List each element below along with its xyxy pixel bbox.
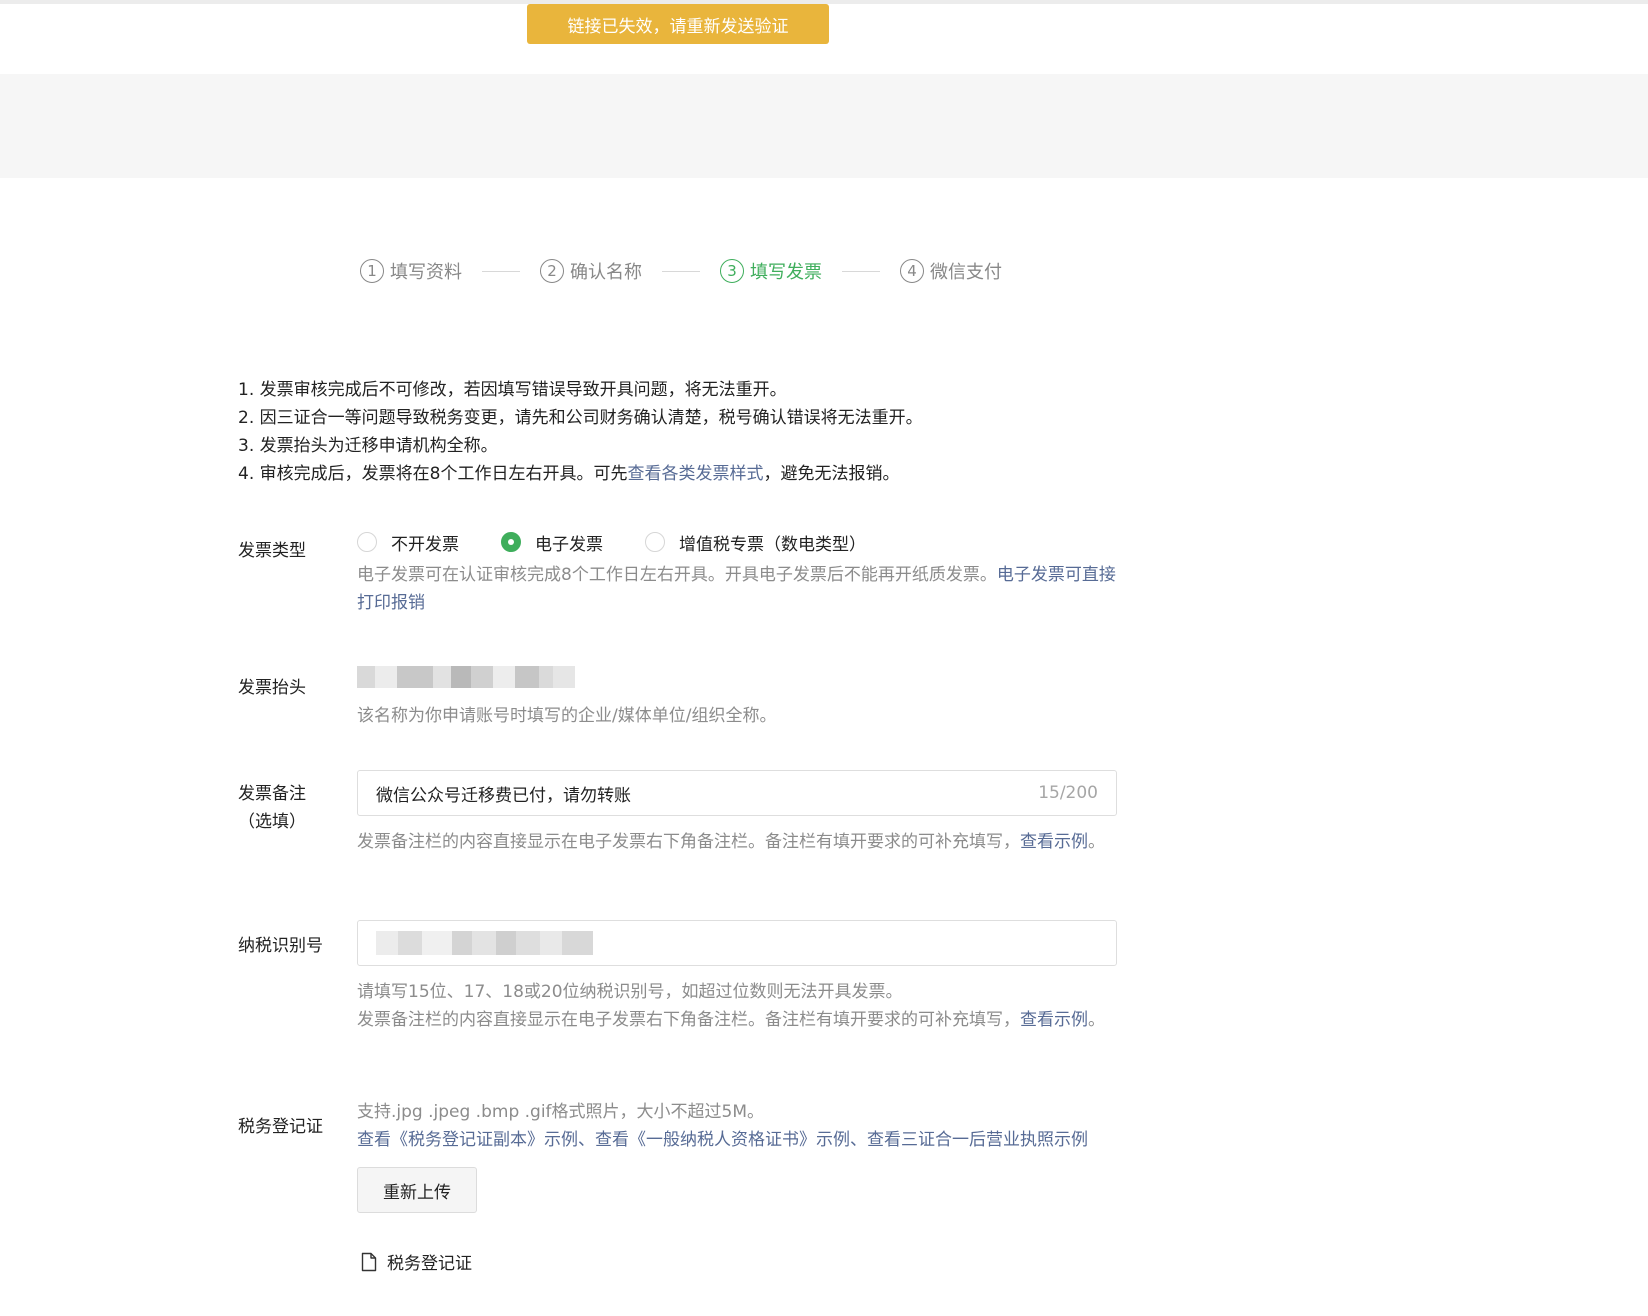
remark-char-counter: 15/200 (1038, 783, 1098, 803)
reupload-button[interactable]: 重新上传 (357, 1167, 477, 1213)
redacted-company-name (357, 666, 575, 688)
progress-steps: 1 填写资料 2 确认名称 3 填写发票 4 微信支付 (360, 256, 1002, 286)
file-icon (361, 1252, 377, 1271)
view-example-link[interactable]: 查看示例 (1020, 832, 1088, 852)
label-line: 发票备注 (238, 784, 306, 804)
radio-label: 增值税专票（数电类型） (679, 534, 866, 555)
hint-text: 电子发票可在认证审核完成8个工作日左右开具。开具电子发票后不能再开纸质发票。 (357, 565, 997, 585)
view-example-link[interactable]: 查看示例 (1020, 1010, 1088, 1030)
step-number: 2 (540, 259, 564, 283)
step-fill-invoice: 3 填写发票 (720, 258, 822, 284)
invoice-type-hint: 电子发票可在认证审核完成8个工作日左右开具。开具电子发票后不能再开纸质发票。电子… (357, 561, 1117, 617)
tax-cert-hint: 支持.jpg .jpeg .bmp .gif格式照片，大小不超过5M。 (357, 1102, 765, 1122)
header-band (0, 74, 1648, 178)
note-text: ，避免无法报销。 (763, 464, 900, 484)
step-fill-info: 1 填写资料 (360, 258, 462, 284)
invoice-title-hint: 该名称为你申请账号时填写的企业/媒体单位/组织全称。 (357, 706, 777, 726)
radio-circle[interactable] (357, 532, 377, 552)
remark-input[interactable]: 微信公众号迁移费已付，请勿转账 15/200 (357, 770, 1117, 816)
radio-e-invoice[interactable]: 电子发票 (501, 530, 603, 555)
step-label: 填写资料 (390, 262, 462, 283)
tax-cert-field: 支持.jpg .jpeg .bmp .gif格式照片，大小不超过5M。 查看《税… (357, 1098, 1137, 1274)
tax-id-input[interactable] (357, 920, 1117, 966)
hint-text: 发票备注栏的内容直接显示在电子发票右下角备注栏。备注栏有填开要求的可补充填写， (357, 832, 1020, 852)
tax-cert-example-links: 查看《税务登记证副本》示例、查看《一般纳税人资格证书》示例、查看三证合一后营业执… (357, 1126, 1137, 1154)
step-connector (662, 270, 700, 272)
radio-no-invoice[interactable]: 不开发票 (357, 530, 459, 555)
invoice-remark-field: 微信公众号迁移费已付，请勿转账 15/200 发票备注栏的内容直接显示在电子发票… (357, 770, 1117, 856)
tax-id-hint: 请填写15位、17、18或20位纳税识别号，如超过位数则无法开具发票。 发票备注… (357, 978, 1117, 1034)
link-separator: 、 (578, 1130, 595, 1150)
hint-line: 发票备注栏的内容直接显示在电子发票右下角备注栏。备注栏有填开要求的可补充填写，查… (357, 1006, 1117, 1034)
invoice-type-field: 不开发票 电子发票 增值税专票（数电类型） 电子发票可在认证审核完成8个工作日左… (357, 527, 1117, 617)
business-license-example-link[interactable]: 查看三证合一后营业执照示例 (867, 1130, 1088, 1150)
invoice-type-radio-group: 不开发票 电子发票 增值税专票（数电类型） (357, 527, 1117, 557)
hint-text: 。 (1088, 1010, 1105, 1030)
step-number: 1 (360, 259, 384, 283)
hint-text: 发票备注栏的内容直接显示在电子发票右下角备注栏。备注栏有填开要求的可补充填写， (357, 1010, 1020, 1030)
step-number: 4 (900, 259, 924, 283)
invoice-remark-hint: 发票备注栏的内容直接显示在电子发票右下角备注栏。备注栏有填开要求的可补充填写，查… (357, 828, 1117, 856)
step-label: 填写发票 (750, 262, 822, 283)
redacted-tax-id (376, 931, 593, 955)
radio-vat-special[interactable]: 增值税专票（数电类型） (645, 530, 866, 555)
invoice-remark-label: 发票备注 （选填） (238, 780, 306, 836)
link-separator: 、 (850, 1130, 867, 1150)
radio-circle[interactable] (645, 532, 665, 552)
label-line: （选填） (238, 812, 306, 832)
note-line: 2. 因三证合一等问题导致税务变更，请先和公司财务确认清楚，税号确认错误将无法重… (238, 408, 923, 428)
note-line: 4. 审核完成后，发票将在8个工作日左右开具。可先查看各类发票样式，避免无法报销… (238, 460, 923, 488)
general-taxpayer-example-link[interactable]: 查看《一般纳税人资格证书》示例 (595, 1130, 850, 1150)
error-toast: 链接已失效，请重新发送验证 (527, 4, 829, 44)
radio-label: 电子发票 (535, 534, 603, 555)
step-connector (482, 270, 520, 272)
step-number: 3 (720, 259, 744, 283)
file-name: 税务登记证 (387, 1254, 472, 1274)
note-text: 4. 审核完成后，发票将在8个工作日左右开具。可先 (238, 464, 628, 484)
note-line: 3. 发票抬头为迁移申请机构全称。 (238, 436, 498, 456)
tax-cert-label: 税务登记证 (238, 1117, 323, 1137)
tax-id-label: 纳税识别号 (238, 936, 323, 956)
note-line: 1. 发票审核完成后不可修改，若因填写错误导致开具问题，将无法重开。 (238, 380, 787, 400)
invoice-notes: 1. 发票审核完成后不可修改，若因填写错误导致开具问题，将无法重开。 2. 因三… (238, 376, 923, 488)
step-label: 微信支付 (930, 262, 1002, 283)
invoice-title-label: 发票抬头 (238, 678, 306, 698)
step-connector (842, 270, 880, 272)
step-wechat-pay: 4 微信支付 (900, 258, 1002, 284)
hint-text: 。 (1088, 832, 1105, 852)
invoice-title-field: 该名称为你申请账号时填写的企业/媒体单位/组织全称。 (357, 666, 1117, 730)
invoice-styles-link[interactable]: 查看各类发票样式 (627, 464, 763, 484)
hint-line: 请填写15位、17、18或20位纳税识别号，如超过位数则无法开具发票。 (357, 982, 903, 1002)
tax-id-field: 请填写15位、17、18或20位纳税识别号，如超过位数则无法开具发票。 发票备注… (357, 920, 1117, 1034)
tax-cert-copy-example-link[interactable]: 查看《税务登记证副本》示例 (357, 1130, 578, 1150)
step-confirm-name: 2 确认名称 (540, 258, 642, 284)
invoice-type-label: 发票类型 (238, 541, 306, 561)
radio-label: 不开发票 (391, 534, 459, 555)
uploaded-file[interactable]: 税务登记证 (361, 1249, 1137, 1274)
remark-input-value[interactable]: 微信公众号迁移费已付，请勿转账 (376, 781, 631, 806)
radio-circle[interactable] (501, 532, 521, 552)
step-label: 确认名称 (570, 262, 642, 283)
